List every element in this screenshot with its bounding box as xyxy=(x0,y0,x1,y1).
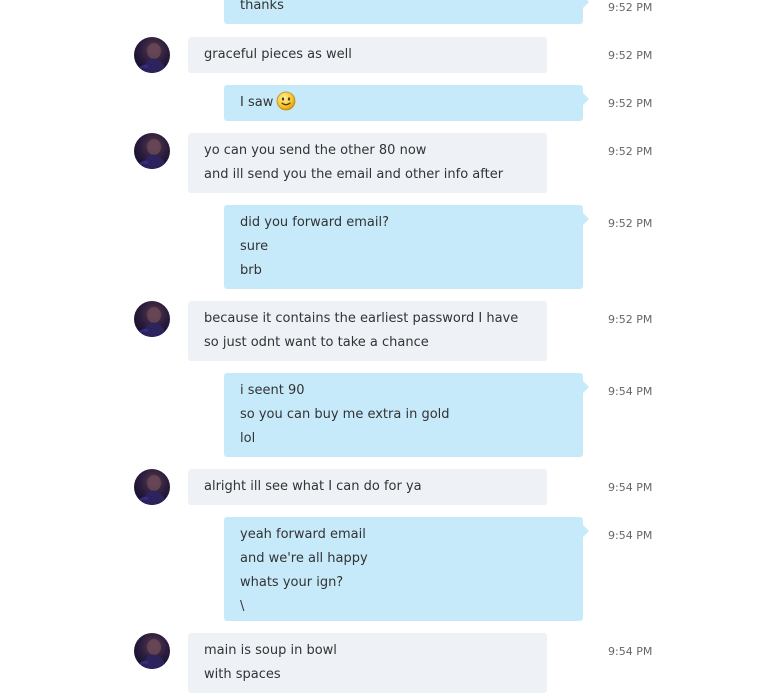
message-timestamp: 9:52 PM xyxy=(608,145,653,158)
message-line: alright ill see what I can do for ya xyxy=(204,479,422,494)
incoming-message[interactable]: yo can you send the other 80 now and ill… xyxy=(188,133,547,193)
message-timestamp: 9:54 PM xyxy=(608,481,653,494)
contact-avatar[interactable] xyxy=(134,633,170,669)
message-line: because it contains the earliest passwor… xyxy=(204,311,519,326)
chat-conversation: thanks 9:52 PM graceful pieces as well 9… xyxy=(0,0,779,696)
message-text: I saw xyxy=(240,95,274,110)
message-timestamp: 9:52 PM xyxy=(608,217,653,230)
avatar-image xyxy=(136,307,166,337)
contact-avatar[interactable] xyxy=(134,37,170,73)
message-line: brb xyxy=(240,263,262,278)
message-timestamp: 9:52 PM xyxy=(608,97,653,110)
message-line: yo can you send the other 80 now xyxy=(204,143,427,158)
contact-avatar[interactable] xyxy=(134,133,170,169)
contact-avatar[interactable] xyxy=(134,301,170,337)
incoming-message[interactable]: alright ill see what I can do for ya xyxy=(188,469,547,505)
message-timestamp: 9:52 PM xyxy=(608,313,653,326)
message-line: i seent 90 xyxy=(240,383,305,398)
message-line: so just odnt want to take a chance xyxy=(204,335,429,350)
outgoing-message[interactable]: i seent 90 so you can buy me extra in go… xyxy=(224,373,589,457)
message-line: lol xyxy=(240,431,256,446)
message-timestamp: 9:52 PM xyxy=(608,49,653,62)
message-line: main is soup in bowl xyxy=(204,643,337,658)
message-timestamp: 9:54 PM xyxy=(608,529,653,542)
message-line: sure xyxy=(240,239,269,254)
avatar-image xyxy=(136,639,166,669)
outgoing-message[interactable]: did you forward email? sure brb xyxy=(224,205,589,289)
incoming-message[interactable]: main is soup in bowl with spaces xyxy=(188,633,547,693)
message-timestamp: 9:52 PM xyxy=(608,1,653,14)
message-line: did you forward email? xyxy=(240,215,389,230)
avatar-image xyxy=(136,139,166,169)
message-line: whats your ign? xyxy=(240,575,344,590)
avatar-image xyxy=(136,475,166,505)
contact-avatar[interactable] xyxy=(134,469,170,505)
avatar-image xyxy=(136,43,166,73)
smile-emoji-icon xyxy=(276,91,296,111)
outgoing-message[interactable]: I saw xyxy=(224,85,589,121)
message-line: yeah forward email xyxy=(240,527,366,542)
message-line: and ill send you the email and other inf… xyxy=(204,167,504,182)
message-line: with spaces xyxy=(204,667,281,682)
message-line: graceful pieces as well xyxy=(204,47,352,62)
message-timestamp: 9:54 PM xyxy=(608,385,653,398)
incoming-message[interactable]: graceful pieces as well xyxy=(188,37,547,73)
message-line: so you can buy me extra in gold xyxy=(240,407,450,422)
outgoing-message[interactable]: yeah forward email and we're all happy w… xyxy=(224,517,589,621)
incoming-message[interactable]: because it contains the earliest passwor… xyxy=(188,301,547,361)
message-line: I saw xyxy=(240,91,567,115)
outgoing-message[interactable]: thanks xyxy=(224,0,589,24)
message-line: thanks xyxy=(240,0,284,13)
message-line: \ xyxy=(240,599,245,614)
message-line: and we're all happy xyxy=(240,551,368,566)
message-timestamp: 9:54 PM xyxy=(608,645,653,658)
